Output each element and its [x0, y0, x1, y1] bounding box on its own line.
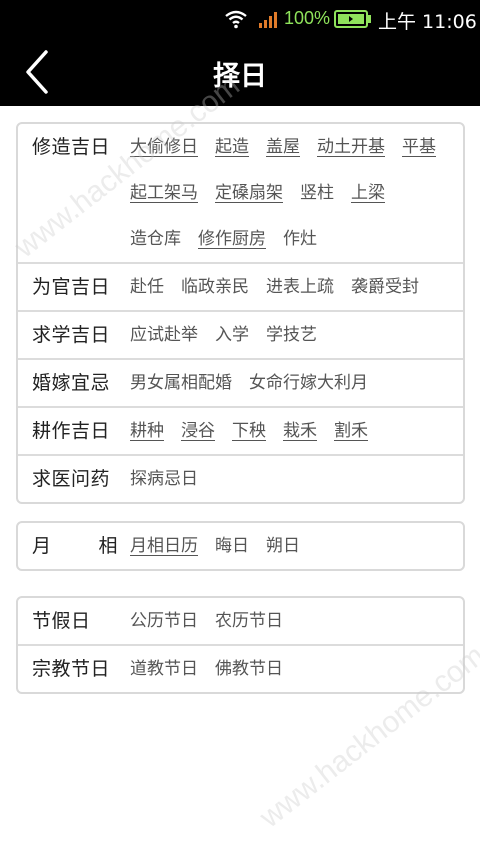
- category-items: 大偷修日 起造 盖屋 动土开基 平基起工架马 定磉扇架 竖柱 上梁造仓库 修作厨房 作灶: [130, 124, 463, 262]
- category-label-char: 月: [32, 535, 52, 557]
- category-items: 公历节日 农历节日: [130, 598, 463, 644]
- category-row: 月相月相日历 晦日 朔日: [18, 523, 463, 569]
- date-item[interactable]: 临政亲民: [181, 264, 249, 310]
- category-row: 宗教节日 道教节日 佛教节日: [18, 644, 463, 692]
- signal-icon: [259, 12, 277, 28]
- date-item[interactable]: 道教节日: [130, 646, 198, 692]
- date-link[interactable]: 上梁: [351, 170, 385, 216]
- battery-icon: [334, 10, 371, 28]
- category-label: 宗教节日: [32, 658, 111, 680]
- category-items: 道教节日 佛教节日: [130, 646, 463, 692]
- date-item[interactable]: 竖柱: [300, 170, 334, 216]
- category-label: 婚嫁宜忌: [32, 372, 111, 394]
- date-link[interactable]: 动土开基: [317, 124, 385, 170]
- date-item[interactable]: 农历节日: [215, 598, 283, 644]
- date-link[interactable]: 大偷修日: [130, 124, 198, 170]
- category-row: 节假日 公历节日 农历节日: [18, 598, 463, 644]
- category-row: 求医问药 探病忌日: [18, 454, 463, 502]
- battery-percent: 100%: [284, 8, 331, 28]
- date-item[interactable]: 佛教节日: [215, 646, 283, 692]
- category-row: 修造吉日 大偷修日 起造 盖屋 动土开基 平基起工架马 定磉扇架 竖柱 上梁造仓库 修作厨房 作灶: [18, 124, 463, 262]
- date-item[interactable]: 女命行嫁大利月: [249, 360, 368, 406]
- category-items: 赴任 临政亲民 进表上疏 袭爵受封: [130, 264, 463, 310]
- date-item[interactable]: 袭爵受封: [351, 264, 419, 310]
- category-label: 节假日: [32, 610, 91, 632]
- category-items: 男女属相配婚 女命行嫁大利月: [130, 360, 463, 406]
- date-item[interactable]: 进表上疏: [266, 264, 334, 310]
- wifi-icon: [225, 10, 247, 29]
- category-row: 婚嫁宜忌 男女属相配婚 女命行嫁大利月: [18, 358, 463, 406]
- date-item[interactable]: 造仓库: [130, 216, 181, 262]
- category-label: 求学吉日: [32, 324, 111, 346]
- category-row: 求学吉日 应试赴举 入学 学技艺: [18, 310, 463, 358]
- card-auspicious-days: 修造吉日 大偷修日 起造 盖屋 动土开基 平基 起工架马 定磉扇架 竖柱 上梁 造仓库 修作厨房 作灶为…: [16, 122, 465, 504]
- date-item[interactable]: 晦日: [215, 523, 249, 569]
- category-label-char: 相: [98, 535, 118, 557]
- date-link[interactable]: 起工架马: [130, 170, 198, 216]
- date-link[interactable]: 耕种: [130, 408, 164, 454]
- date-link[interactable]: 盖屋: [266, 124, 300, 170]
- date-link[interactable]: 割禾: [334, 408, 368, 454]
- status-bar: 100% 上午 11:06: [0, 0, 480, 38]
- category-label: 为官吉日: [32, 276, 111, 298]
- date-link[interactable]: 栽禾: [283, 408, 317, 454]
- card-holidays: 节假日 公历节日 农历节日 宗教节日 道教节日 佛教节日: [16, 596, 465, 694]
- date-item[interactable]: 作灶: [283, 216, 317, 262]
- category-label: 耕作吉日: [32, 420, 111, 442]
- date-link[interactable]: 月相日历: [130, 523, 198, 569]
- category-label: 修造吉日: [32, 136, 111, 158]
- date-link[interactable]: 修作厨房: [198, 216, 266, 262]
- category-items: 耕种 浸谷 下秧 栽禾 割禾: [130, 408, 463, 454]
- category-label: 月相: [18, 523, 130, 569]
- date-item[interactable]: 朔日: [266, 523, 300, 569]
- page-title: 择日: [213, 61, 267, 92]
- category-row: 耕作吉日 耕种 浸谷 下秧 栽禾 割禾: [18, 406, 463, 454]
- date-item[interactable]: 赴任: [130, 264, 164, 310]
- category-items: 应试赴举 入学 学技艺: [130, 312, 463, 358]
- card-moon-phase: 月相月相日历 晦日 朔日: [16, 521, 465, 571]
- date-link[interactable]: 下秧: [232, 408, 266, 454]
- category-row: 为官吉日 赴任 临政亲民 进表上疏 袭爵受封: [18, 262, 463, 310]
- date-link[interactable]: 起造: [215, 124, 249, 170]
- date-link[interactable]: 定磉扇架: [215, 170, 283, 216]
- category-items: 月相日历 晦日 朔日: [130, 523, 463, 569]
- date-item[interactable]: 探病忌日: [130, 456, 198, 502]
- title-bar: 择日: [0, 38, 480, 106]
- date-item[interactable]: 应试赴举: [130, 312, 198, 358]
- date-link[interactable]: 平基: [402, 124, 436, 170]
- date-link[interactable]: 浸谷: [181, 408, 215, 454]
- date-item[interactable]: 入学: [215, 312, 249, 358]
- category-items: 探病忌日: [130, 456, 463, 502]
- date-item[interactable]: 公历节日: [130, 598, 198, 644]
- date-item[interactable]: 学技艺: [266, 312, 317, 358]
- date-item[interactable]: 男女属相配婚: [130, 360, 232, 406]
- clock: 上午 11:06: [378, 11, 477, 33]
- category-label: 求医问药: [32, 468, 111, 490]
